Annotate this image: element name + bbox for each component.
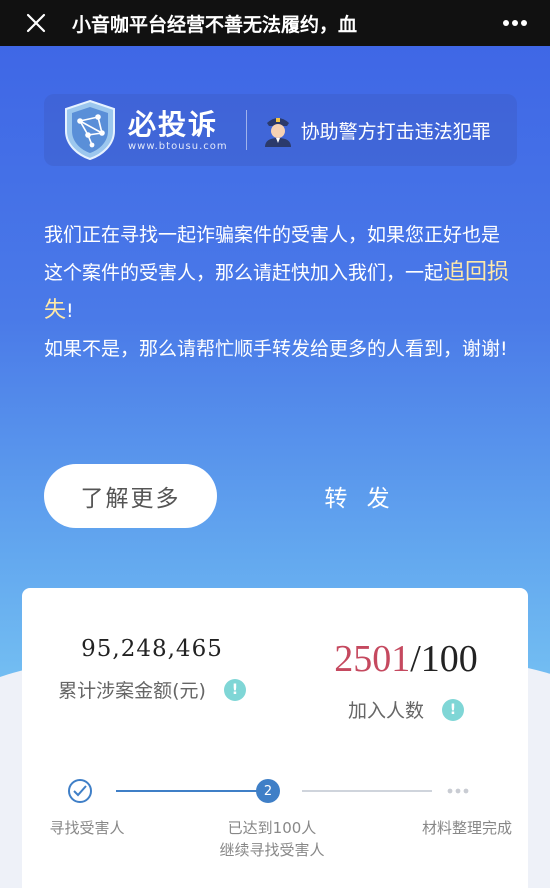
ellipsis-icon — [446, 779, 470, 803]
join-total: /100 — [410, 638, 478, 680]
join-stat: 2501/100 加入人数 ! — [284, 636, 528, 723]
join-count: 2501/100 — [284, 636, 528, 682]
amount-label: 累计涉案金额(元) — [58, 680, 206, 702]
amount-value: 95,248,465 — [81, 636, 223, 662]
step-label-reached-main: 已达到100人 — [227, 819, 317, 837]
learn-more-button[interactable]: 了解更多 — [44, 464, 217, 528]
info-icon[interactable]: ! — [442, 698, 464, 721]
join-label-row: 加入人数 ! — [284, 696, 528, 723]
police-avatar-icon — [264, 118, 291, 147]
page-title: 小音咖平台经营不善无法履约，血 — [72, 13, 358, 36]
brand-divider — [245, 110, 247, 150]
step-label-find: 寻找受害人 — [49, 819, 125, 837]
brand-slogan: 协助警方打击违法犯罪 — [300, 120, 491, 143]
check-icon — [68, 779, 92, 803]
info-icon[interactable]: ! — [223, 678, 246, 701]
step-label-reached-sub: 继续寻找受害人 — [219, 841, 325, 859]
join-label: 加入人数 — [347, 700, 424, 722]
intro-line1: 我们正在寻找一起诈骗案件的受害人，如果您正好也是这个案件的受害人，那么请赶快加入… — [44, 224, 501, 284]
step-line-done — [116, 790, 266, 792]
brand-banner: 必投诉 www.btousu.com 协助警方打击违法犯罪 — [44, 94, 517, 166]
share-button[interactable]: 转 发 — [300, 464, 420, 528]
shield-logo-icon — [65, 99, 115, 161]
amount-stat: 95,248,465 累计涉案金额(元) ! — [22, 636, 282, 703]
step-line-pending — [302, 790, 432, 792]
progress-steps: 2 寻找受害人 已达到100人 继续寻找受害人 材料整理完成 — [22, 773, 528, 873]
step-label-complete: 材料整理完成 — [421, 819, 512, 837]
stats-card: 95,248,465 累计涉案金额(元) ! 2501/100 加入人数 ! 2… — [22, 588, 528, 888]
more-icon[interactable] — [480, 0, 550, 46]
intro-text: 我们正在寻找一起诈骗案件的受害人，如果您正好也是这个案件的受害人，那么请赶快加入… — [44, 216, 514, 368]
top-bar: 小音咖平台经营不善无法履约，血 — [0, 0, 550, 46]
intro-line1-end: ! — [66, 300, 74, 322]
close-icon[interactable] — [0, 0, 72, 46]
join-current: 2501 — [334, 638, 411, 680]
intro-line2: 如果不是，那么请帮忙顺手转发给更多的人看到，谢谢! — [44, 338, 508, 360]
step-number-badge: 2 — [256, 779, 280, 803]
step-label-reached: 已达到100人 继续寻找受害人 — [212, 817, 332, 861]
amount-label-row: 累计涉案金额(元) ! — [22, 676, 282, 703]
brand-url: www.btousu.com — [128, 140, 228, 152]
brand-name: 必投诉 — [128, 107, 219, 141]
